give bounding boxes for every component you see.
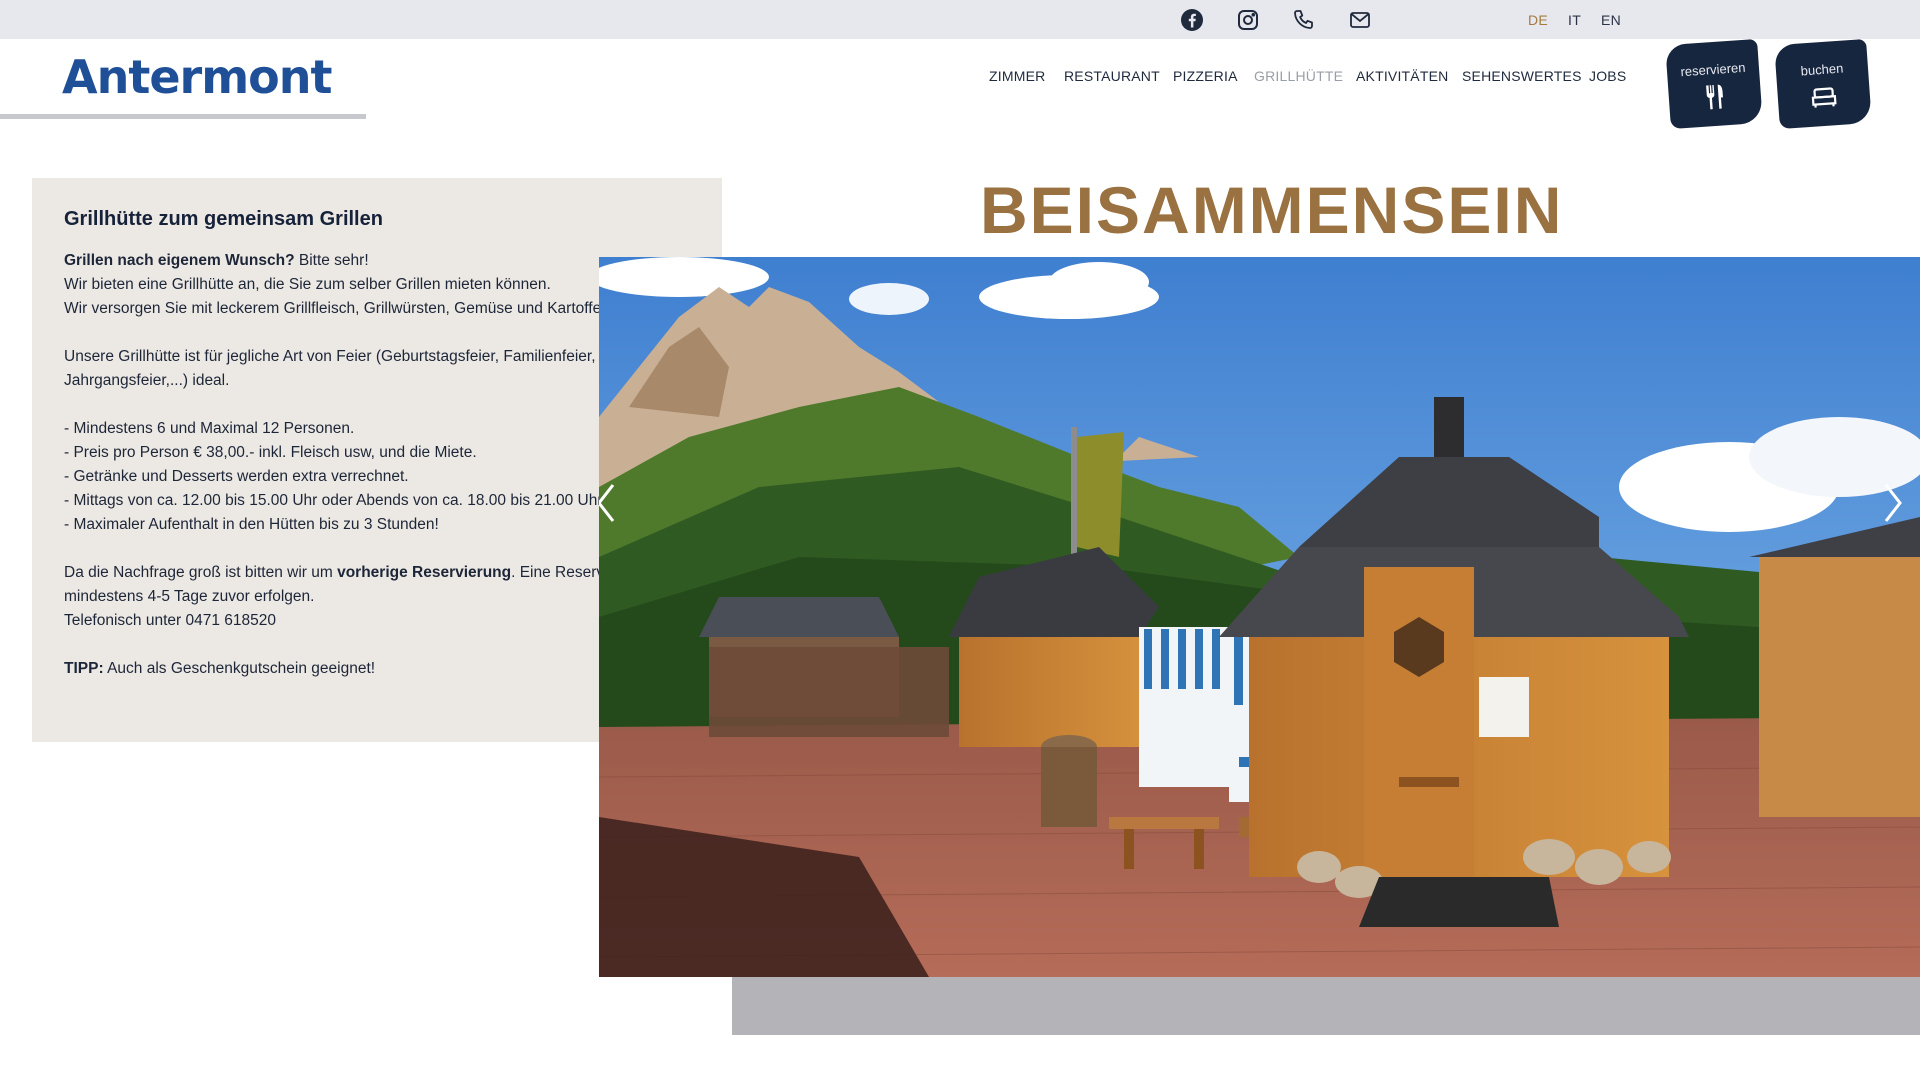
tip-rest: Auch als Geschenkgutschein geeignet!: [103, 660, 376, 677]
intro-line: Grillen nach eigenem Wunsch? Bitte sehr!: [64, 249, 690, 273]
tip-line: TIPP: Auch als Geschenkgutschein geeigne…: [64, 657, 690, 681]
bed-icon: [1807, 80, 1841, 114]
lang-it[interactable]: IT: [1568, 12, 1581, 28]
list-item: - Preis pro Person € 38,00.- inkl. Fleis…: [64, 444, 477, 461]
mail-icon[interactable]: [1348, 8, 1372, 32]
nav-grillhuette[interactable]: GRILLHÜTTE: [1254, 68, 1343, 84]
reserve-button[interactable]: reservieren: [1665, 38, 1763, 130]
supply-line: Wir versorgen Sie mit leckerem Grillflei…: [64, 300, 618, 317]
slider-prev-button[interactable]: [599, 473, 623, 533]
occasions-paragraph: Unsere Grillhütte ist für jegliche Art v…: [64, 348, 596, 389]
image-slider: [599, 257, 1920, 977]
lang-en[interactable]: EN: [1601, 12, 1621, 28]
intro-rest: Bitte sehr!: [294, 252, 369, 269]
phone-line: Telefonisch unter 0471 618520: [64, 612, 276, 629]
info-title: Grillhütte zum gemeinsam Grillen: [64, 208, 383, 230]
facebook-icon[interactable]: [1180, 8, 1204, 32]
slider-shadow-band: [732, 975, 1920, 1035]
page-headline: BEISAMMENSEIN: [980, 173, 1564, 247]
lang-de[interactable]: DE: [1528, 12, 1548, 28]
offer-line: Wir bieten eine Grillhütte an, die Sie z…: [64, 276, 551, 293]
reservation-pre: Da die Nachfrage groß ist bitten wir um: [64, 564, 338, 581]
reservation-bold: vorherige Reservierung: [337, 564, 512, 581]
logo[interactable]: Antermont: [62, 52, 332, 102]
reservation-paragraph: Da die Nachfrage groß ist bitten wir um …: [64, 561, 690, 609]
cutlery-icon: [1698, 80, 1732, 114]
chevron-right-icon: [1884, 484, 1902, 522]
tip-bold: TIPP:: [64, 660, 104, 677]
intro-bold: Grillen nach eigenem Wunsch?: [64, 252, 295, 269]
list-item: - Getränke und Desserts werden extra ver…: [64, 468, 409, 485]
list-item: - Mindestens 6 und Maximal 12 Personen.: [64, 420, 355, 437]
nav-jobs[interactable]: JOBS: [1589, 68, 1626, 84]
slide-image: [599, 257, 1920, 977]
book-button[interactable]: buchen: [1774, 38, 1872, 130]
reserve-label: reservieren: [1680, 59, 1746, 80]
instagram-icon[interactable]: [1236, 8, 1260, 32]
top-utility-bar: DE IT EN: [0, 0, 1920, 39]
nav-pizzeria[interactable]: PIZZERIA: [1173, 68, 1238, 84]
nav-zimmer[interactable]: ZIMMER: [989, 68, 1045, 84]
list-item: - Mittags von ca. 12.00 bis 15.00 Uhr od…: [64, 492, 606, 509]
list-item: - Maximaler Aufenthalt in den Hütten bis…: [64, 516, 439, 533]
logo-underline: [0, 114, 366, 119]
nav-restaurant[interactable]: RESTAURANT: [1064, 68, 1160, 84]
book-label: buchen: [1800, 60, 1844, 79]
nav-aktivitaeten[interactable]: AKTIVITÄTEN: [1356, 68, 1448, 84]
nav-sehenswertes[interactable]: SEHENSWERTES: [1462, 68, 1582, 84]
phone-icon[interactable]: [1292, 8, 1316, 32]
chevron-left-icon: [599, 484, 615, 522]
slider-next-button[interactable]: [1876, 473, 1912, 533]
